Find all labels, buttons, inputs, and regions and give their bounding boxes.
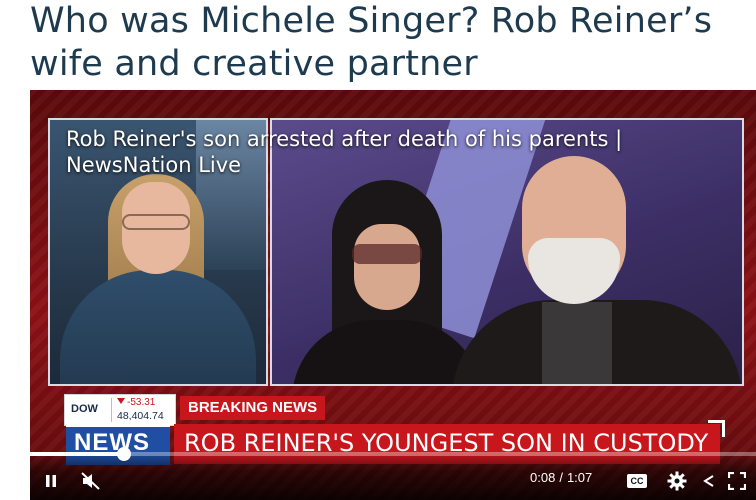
ticker-value: 48,404.74 (117, 410, 164, 422)
article-headline: Who was Michele Singer? Rob Reiner’s wif… (30, 1, 713, 84)
pause-button[interactable] (38, 468, 64, 494)
video-title[interactable]: Rob Reiner's son arrested after death of… (66, 126, 686, 178)
pause-icon (46, 475, 56, 487)
ticker-change-value: -53.31 (127, 397, 156, 408)
progress-scrubber[interactable] (117, 447, 132, 461)
current-time: 0:08 (530, 470, 556, 485)
muted-icon (81, 472, 100, 490)
man-shirt (542, 302, 612, 384)
captions-button[interactable]: CC (624, 468, 650, 494)
down-arrow-icon (117, 398, 125, 404)
share-button[interactable] (696, 468, 722, 494)
duration: 1:07 (566, 470, 593, 485)
video-player[interactable]: Rob Reiner's son arrested after death of… (30, 90, 756, 500)
cc-label: CC (630, 476, 644, 486)
ticker-change: -53.31 (117, 397, 155, 408)
time-separator: / (559, 470, 563, 485)
ticker-name: DOW (71, 403, 98, 415)
woman-glasses (352, 244, 422, 264)
cc-icon: CC (627, 474, 647, 488)
stock-ticker: DOW -53.31 48,404.74 (64, 394, 176, 426)
settings-icon (667, 471, 687, 491)
settings-button[interactable] (664, 468, 690, 494)
fullscreen-button[interactable] (724, 468, 750, 494)
ticker-divider (111, 398, 112, 422)
progress-fill (30, 452, 125, 456)
player-controls: 0:08/1:07 CC (30, 447, 756, 500)
time-display: 0:08/1:07 (530, 470, 592, 485)
woman-face (354, 224, 420, 310)
anchor-glasses (122, 214, 190, 230)
share-icon (703, 475, 714, 487)
mute-button[interactable] (78, 468, 104, 494)
corner-bracket-graphic (708, 420, 725, 437)
breaking-news-label: BREAKING NEWS (180, 396, 326, 420)
progress-bar[interactable] (30, 447, 756, 461)
fullscreen-icon (728, 472, 746, 490)
